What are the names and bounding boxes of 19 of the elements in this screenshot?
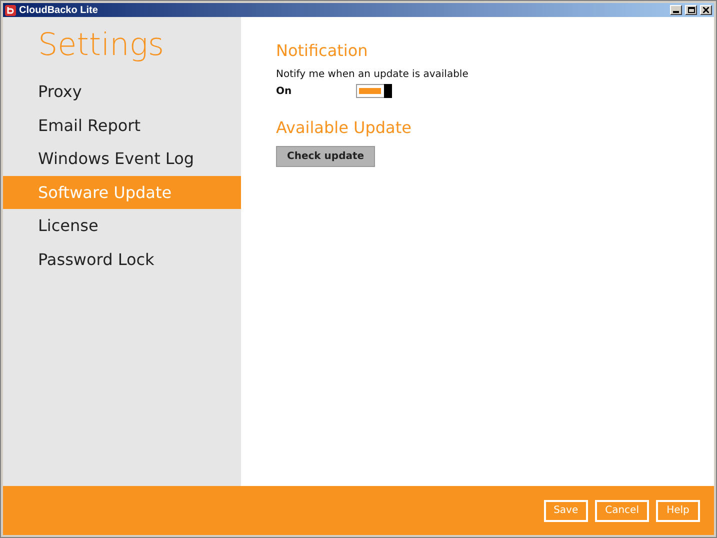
check-update-button[interactable]: Check update [276, 146, 376, 167]
maximize-icon [688, 7, 694, 13]
toggle-state-text: On [276, 86, 293, 96]
app-logo-icon [5, 4, 16, 16]
section-heading: Available Update [276, 118, 412, 137]
close-icon [703, 7, 709, 13]
sidebar-item[interactable]: Password Lock [3, 242, 241, 276]
sidebar-item[interactable]: Proxy [3, 75, 241, 108]
close-button[interactable] [700, 5, 712, 15]
maximize-button[interactable] [685, 5, 697, 15]
section-heading: Notification [276, 41, 368, 60]
sidebar-item[interactable]: License [3, 209, 241, 242]
window-title: CloudBacko Lite [19, 4, 99, 16]
sidebar-item[interactable]: Email Report [3, 108, 241, 142]
sidebar-title: Settings [37, 27, 166, 63]
toggle-switch[interactable] [356, 84, 392, 98]
minimize-button[interactable] [670, 5, 682, 15]
sidebar-item[interactable]: Windows Event Log [3, 142, 241, 176]
setting-label: Notify me when an update is available [276, 69, 468, 80]
